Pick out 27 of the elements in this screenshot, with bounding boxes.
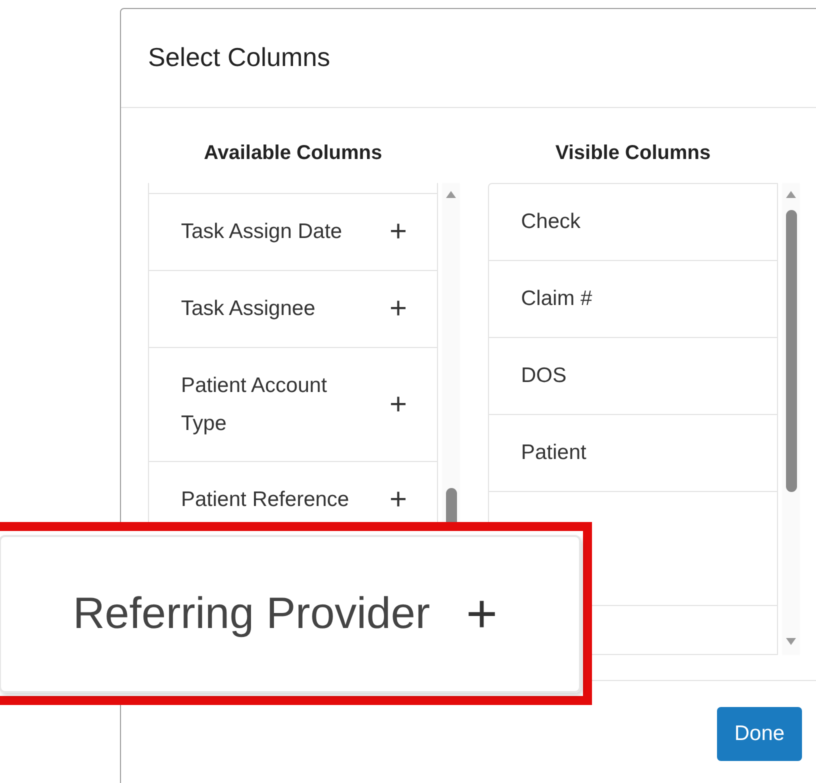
item-label: Task Assign Date — [181, 219, 342, 245]
list-item[interactable]: Task Assign Date + — [149, 194, 437, 271]
item-label: DOS — [521, 363, 567, 389]
list-item[interactable]: Claim # — [489, 261, 777, 338]
list-item[interactable]: DOS — [489, 338, 777, 415]
dialog-title: Select Columns — [147, 41, 332, 73]
scrollbar[interactable] — [782, 183, 800, 655]
item-label: Patient — [521, 440, 586, 466]
add-button[interactable]: + — [389, 294, 407, 324]
item-label: Claim # — [521, 286, 592, 312]
item-label: Referring Provider — [73, 588, 430, 638]
list-item[interactable]: Check — [489, 184, 777, 261]
list-item[interactable]: Referring Provider + — [0, 534, 581, 692]
add-button[interactable]: + — [466, 586, 498, 640]
done-button[interactable]: Done — [717, 707, 802, 761]
list-item[interactable]: Patient — [489, 415, 777, 492]
item-label: Task Assignee — [181, 296, 316, 322]
column-heading: Available Columns — [202, 142, 384, 166]
column-heading: Visible Columns — [554, 142, 712, 166]
add-button[interactable]: + — [389, 485, 407, 515]
item-label: Patient Reference — [181, 487, 350, 513]
item-label: Patient Account Type — [181, 372, 328, 436]
item-label: Check — [521, 209, 581, 235]
list-item[interactable]: Task Assignee + — [149, 271, 437, 348]
add-button[interactable]: + — [389, 390, 407, 420]
add-button[interactable]: + — [389, 217, 407, 247]
list-item[interactable]: Patient Account Type + — [149, 348, 437, 462]
